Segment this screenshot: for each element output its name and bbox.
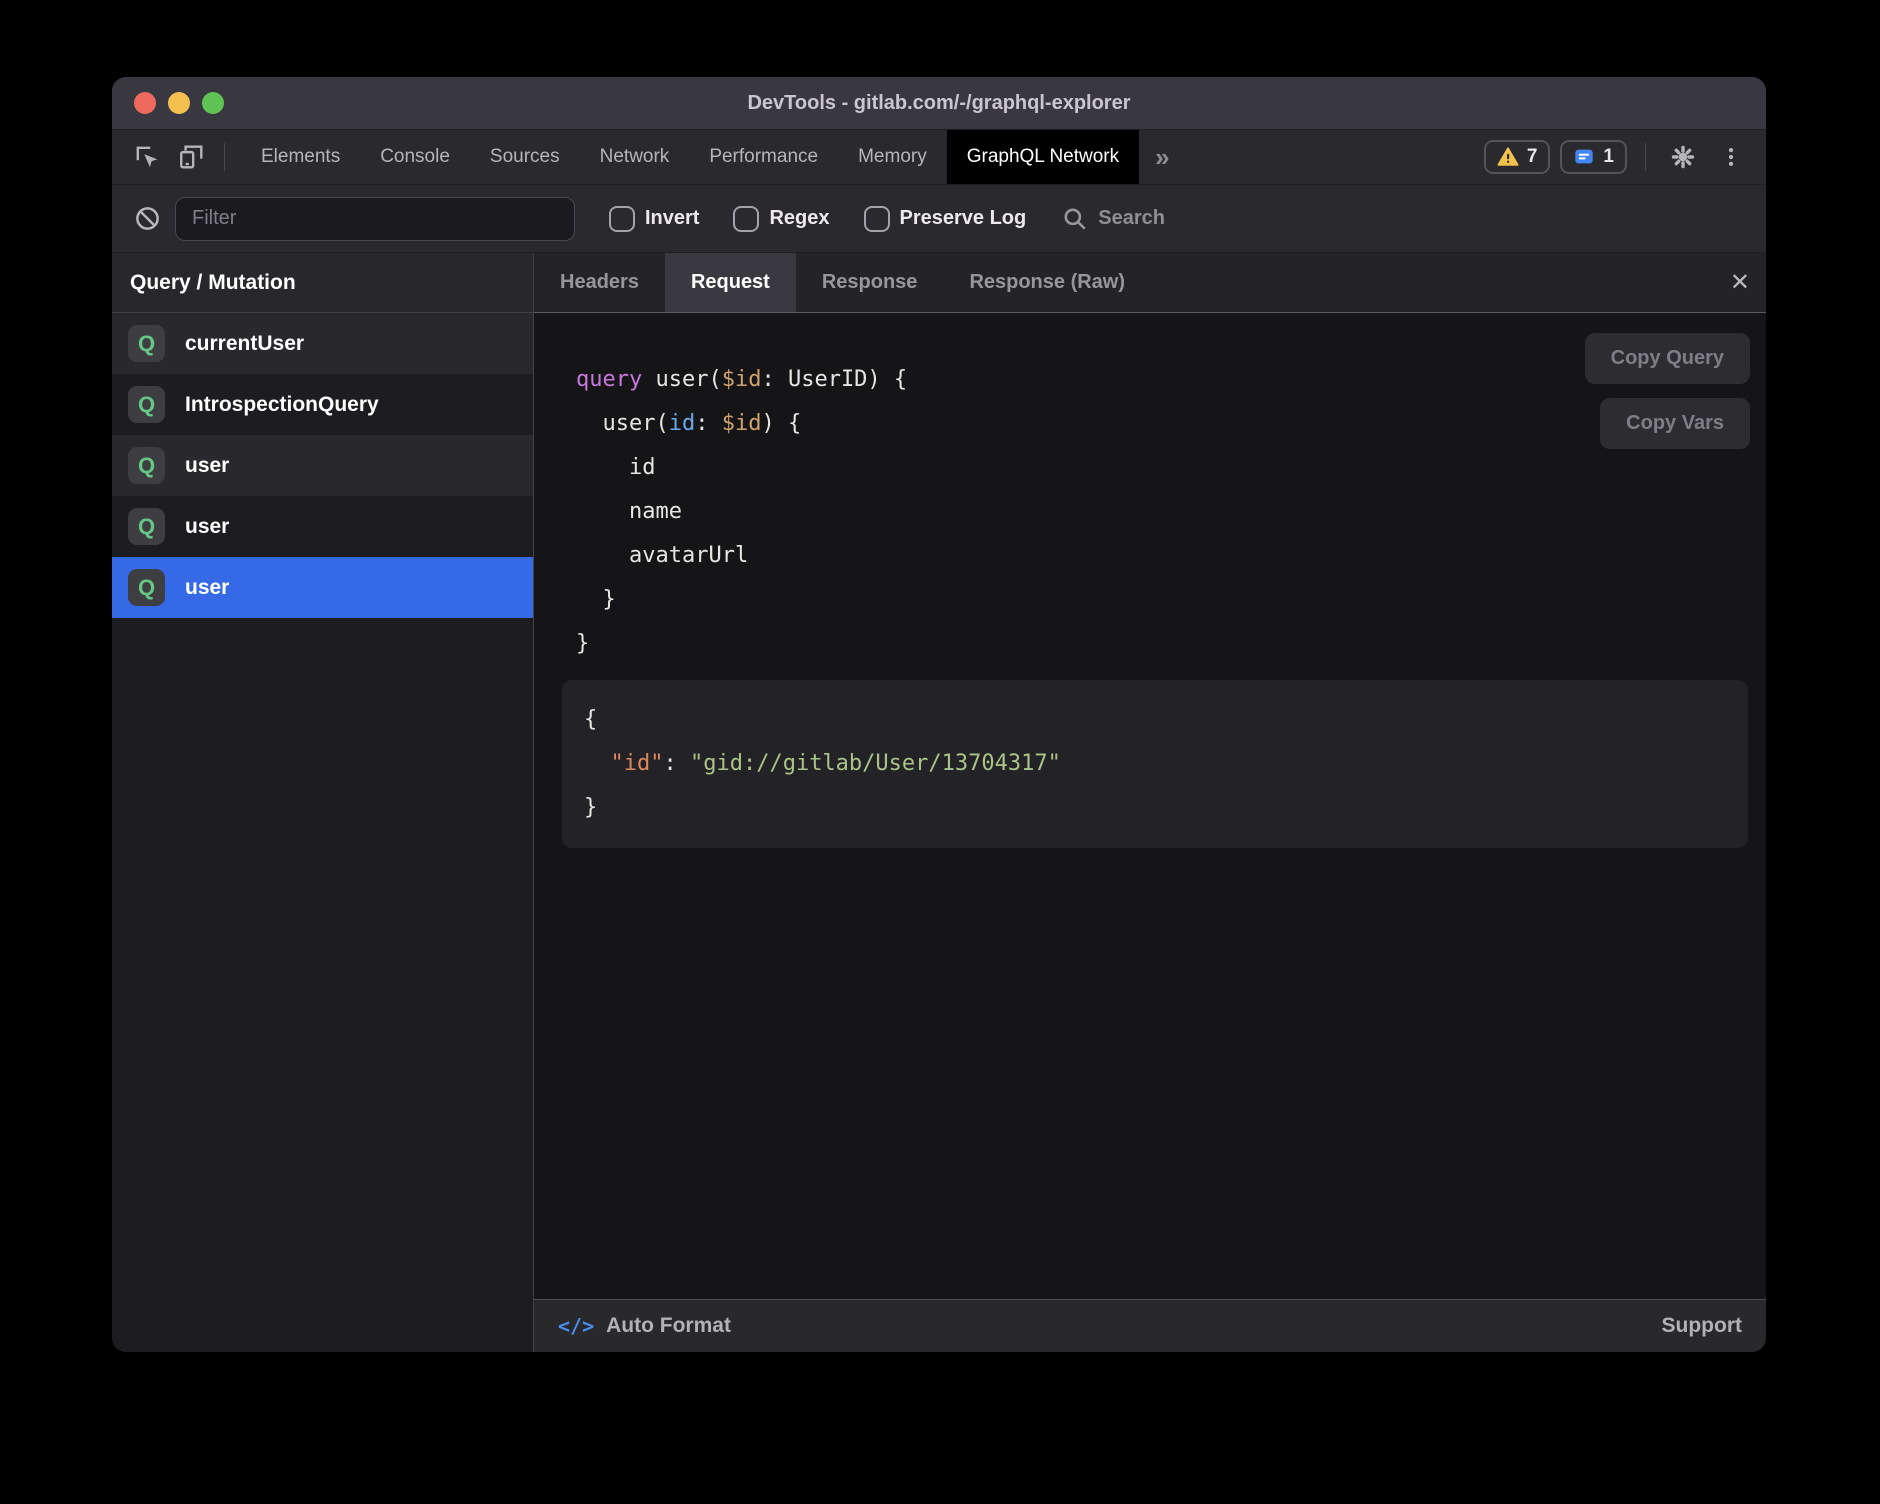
devtools-window: DevTools - gitlab.com/-/graphql-explorer… xyxy=(112,77,1766,1352)
query-row-label: currentUser xyxy=(185,332,304,356)
filter-input[interactable] xyxy=(175,197,575,241)
tab-elements[interactable]: Elements xyxy=(241,130,360,184)
query-row-introspectionQuery[interactable]: Q IntrospectionQuery xyxy=(112,374,533,435)
tab-memory[interactable]: Memory xyxy=(838,130,947,184)
tab-request[interactable]: Request xyxy=(665,253,796,312)
badge-separator xyxy=(1645,143,1646,171)
invert-checkbox[interactable] xyxy=(609,206,635,232)
issues-count: 1 xyxy=(1603,146,1614,168)
request-code-area: query user($id: UserID) { user(id: $id) … xyxy=(534,313,1766,1299)
query-type-badge: Q xyxy=(128,325,165,362)
vars-code: { "id": "gid://gitlab/User/13704317"} xyxy=(562,680,1748,848)
window-title: DevTools - gitlab.com/-/graphql-explorer xyxy=(112,92,1766,115)
detail-tab-bar: Headers Request Response Response (Raw) … xyxy=(534,253,1766,313)
query-row-user-2[interactable]: Q user xyxy=(112,496,533,557)
query-row-user-1[interactable]: Q user xyxy=(112,435,533,496)
preserve-log-checkbox[interactable] xyxy=(864,206,890,232)
settings-gear-icon[interactable] xyxy=(1664,138,1702,176)
tab-console[interactable]: Console xyxy=(360,130,470,184)
query-type-badge: Q xyxy=(128,569,165,606)
tab-network[interactable]: Network xyxy=(580,130,690,184)
kebab-menu-icon[interactable] xyxy=(1712,138,1750,176)
regex-checkbox-group[interactable]: Regex xyxy=(733,206,829,232)
support-link[interactable]: Support xyxy=(1662,1314,1742,1337)
query-row-label: user xyxy=(185,515,229,539)
inspect-element-icon[interactable] xyxy=(128,138,166,176)
warnings-badge[interactable]: 7 xyxy=(1484,140,1551,174)
warning-triangle-icon xyxy=(1497,146,1519,168)
panel-footer: </> Auto Format Support xyxy=(534,1299,1766,1352)
preserve-log-label: Preserve Log xyxy=(900,207,1027,230)
clear-block-icon[interactable] xyxy=(134,205,161,232)
auto-format-control[interactable]: </> Auto Format xyxy=(558,1314,731,1338)
title-bar: DevTools - gitlab.com/-/graphql-explorer xyxy=(112,77,1766,130)
copy-query-button[interactable]: Copy Query xyxy=(1585,333,1750,384)
query-type-badge: Q xyxy=(128,508,165,545)
query-type-badge: Q xyxy=(128,447,165,484)
regex-checkbox[interactable] xyxy=(733,206,759,232)
query-row-label: IntrospectionQuery xyxy=(185,393,379,417)
preserve-log-checkbox-group[interactable]: Preserve Log xyxy=(864,206,1027,232)
query-list-sidebar: Query / Mutation Q currentUser Q Introsp… xyxy=(112,253,534,1352)
tab-response-raw[interactable]: Response (Raw) xyxy=(943,253,1151,312)
copy-vars-button[interactable]: Copy Vars xyxy=(1600,398,1750,449)
code-brackets-icon: </> xyxy=(558,1314,594,1338)
invert-checkbox-group[interactable]: Invert xyxy=(609,206,699,232)
issues-badge[interactable]: 1 xyxy=(1560,140,1627,174)
toolbar-separator xyxy=(224,143,225,171)
search-label: Search xyxy=(1098,207,1165,230)
search-icon xyxy=(1062,206,1088,232)
device-toolbar-icon[interactable] xyxy=(172,138,210,176)
close-panel-icon[interactable]: ✕ xyxy=(1730,253,1750,312)
tab-performance[interactable]: Performance xyxy=(689,130,838,184)
request-detail-panel: Headers Request Response Response (Raw) … xyxy=(534,253,1766,1352)
tab-headers[interactable]: Headers xyxy=(534,253,665,312)
filter-bar: Invert Regex Preserve Log Search xyxy=(112,185,1766,253)
issues-message-icon xyxy=(1573,146,1595,168)
more-tabs-chevron-icon[interactable]: » xyxy=(1139,130,1185,184)
warnings-count: 7 xyxy=(1527,146,1538,168)
regex-label: Regex xyxy=(769,207,829,230)
query-row-user-3-selected[interactable]: Q user xyxy=(112,557,533,618)
search-control[interactable]: Search xyxy=(1062,206,1165,232)
query-row-label: user xyxy=(185,576,229,600)
sidebar-header: Query / Mutation xyxy=(112,253,533,313)
tab-graphql-network[interactable]: GraphQL Network xyxy=(947,130,1139,184)
tab-response[interactable]: Response xyxy=(796,253,944,312)
tab-sources[interactable]: Sources xyxy=(470,130,580,184)
query-row-label: user xyxy=(185,454,229,478)
auto-format-label: Auto Format xyxy=(606,1314,731,1338)
invert-label: Invert xyxy=(645,207,699,230)
query-type-badge: Q xyxy=(128,386,165,423)
query-row-currentUser[interactable]: Q currentUser xyxy=(112,313,533,374)
query-code: query user($id: UserID) { user(id: $id) … xyxy=(534,313,1766,666)
main-tab-bar: Elements Console Sources Network Perform… xyxy=(112,130,1766,185)
